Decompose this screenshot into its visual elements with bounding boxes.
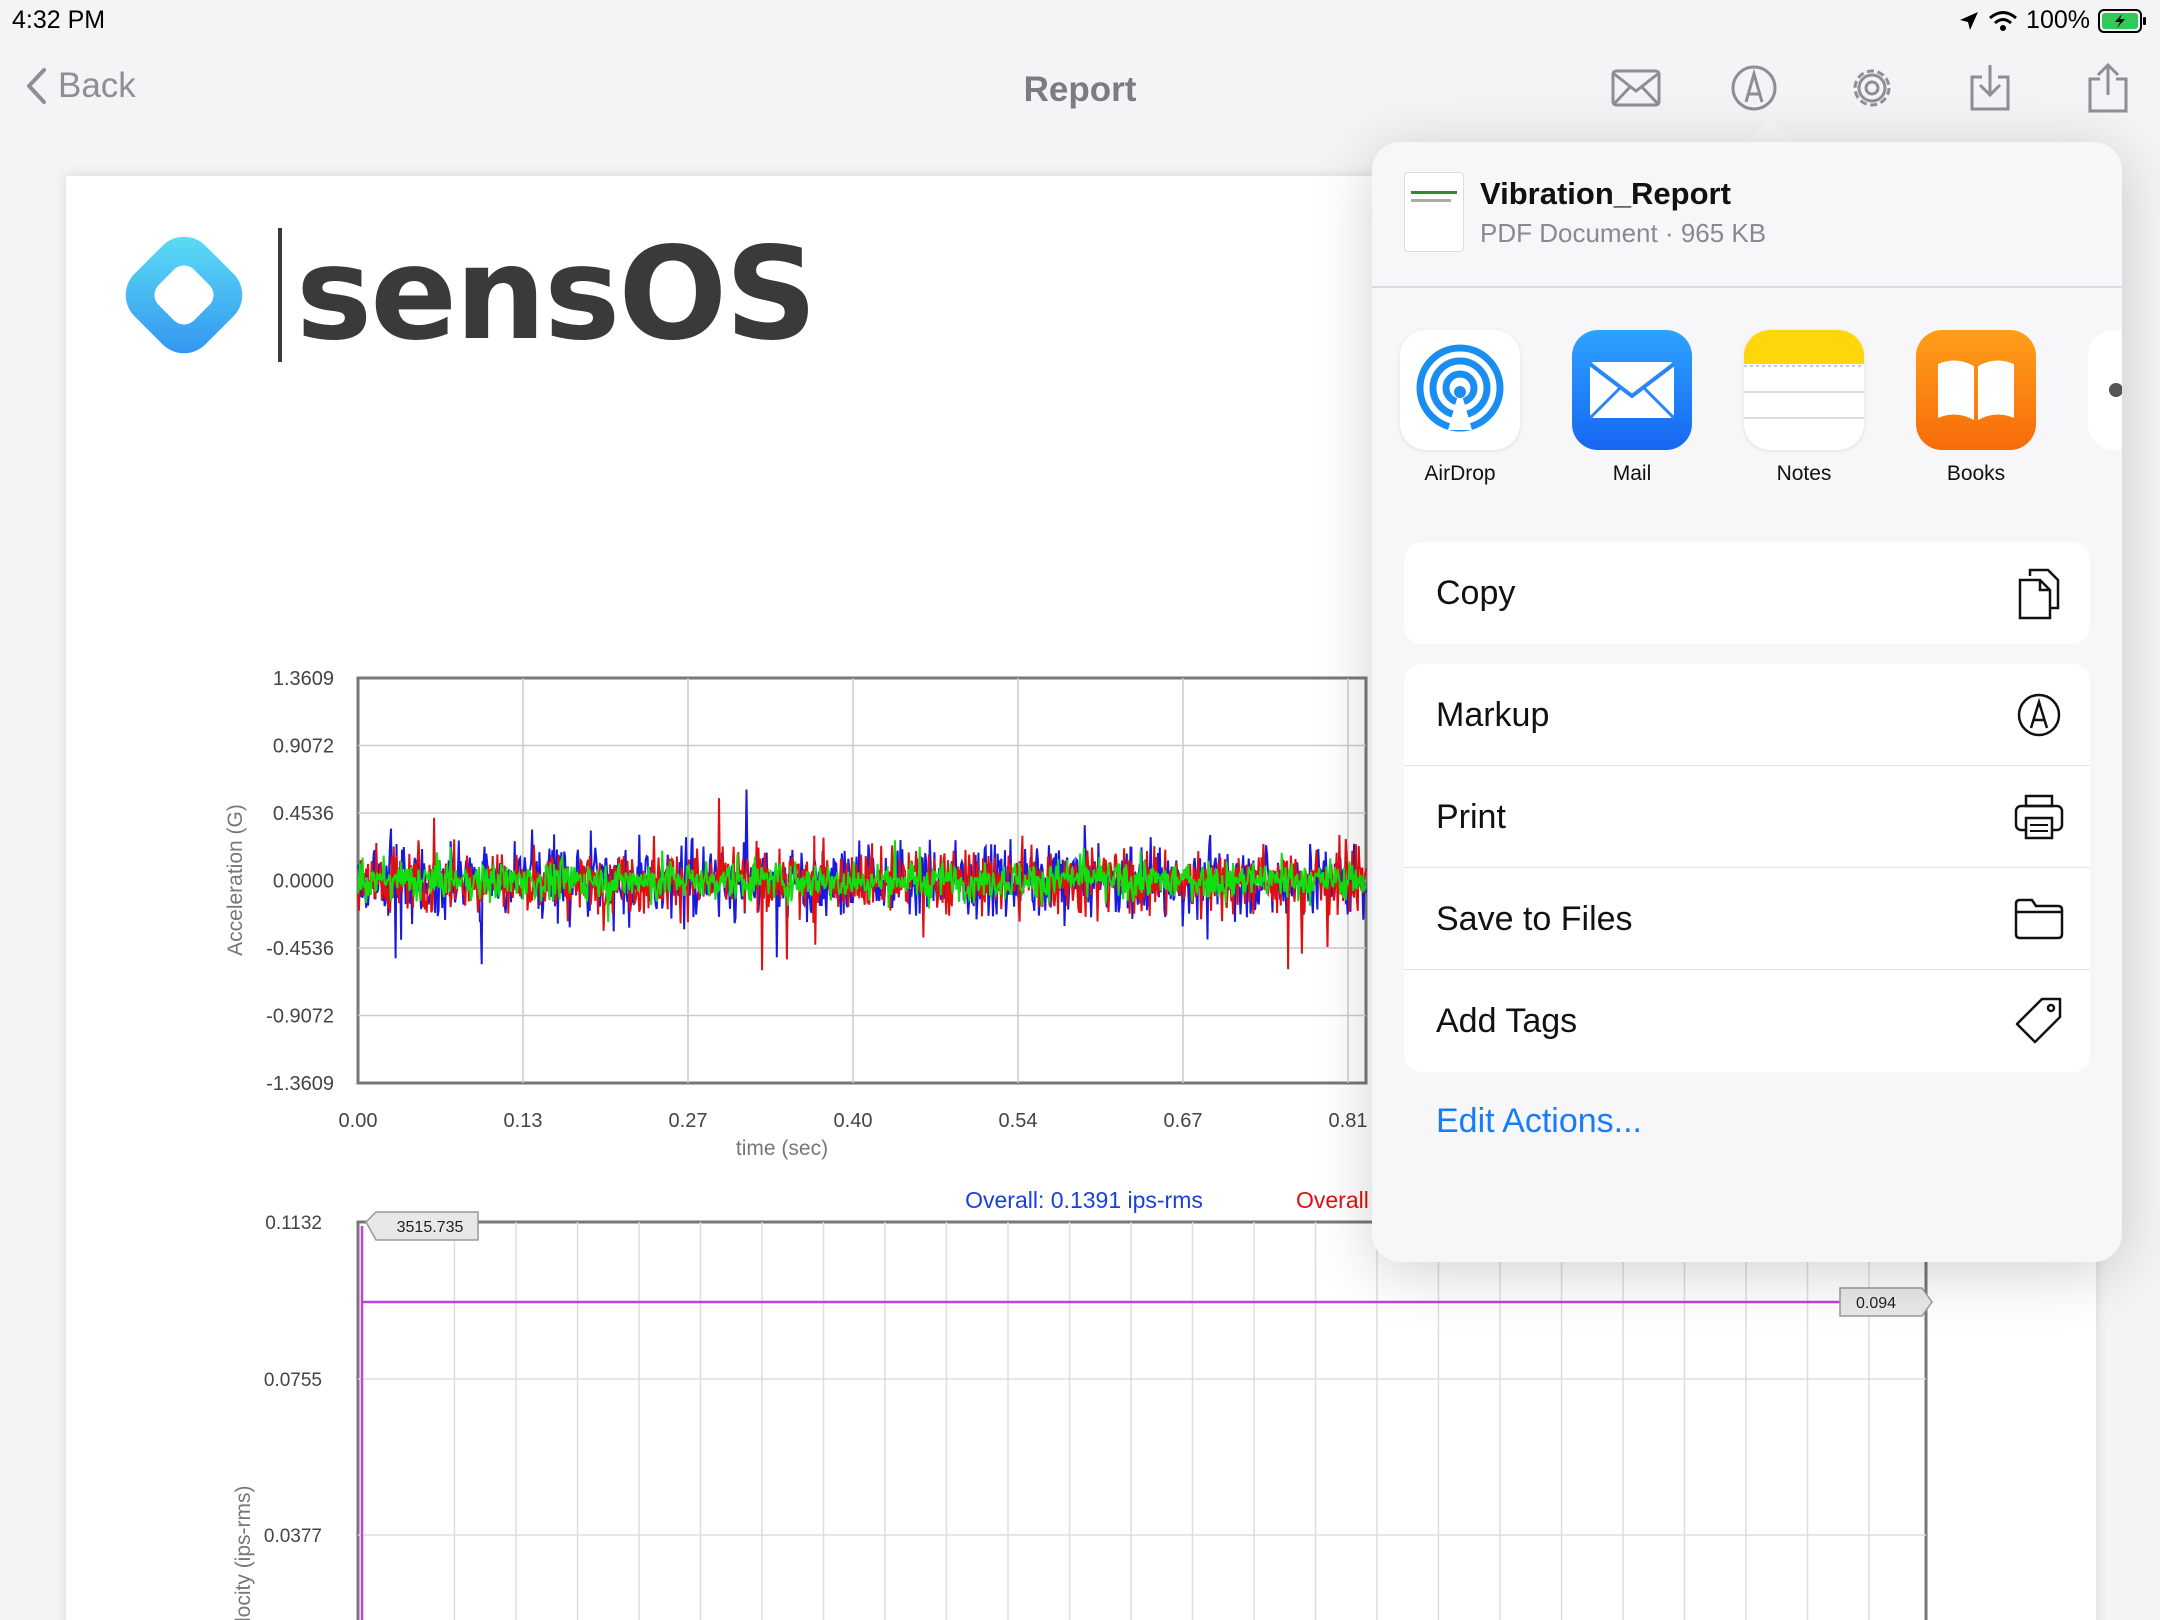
download-icon[interactable] — [1962, 60, 2018, 116]
printer-icon — [2014, 792, 2064, 842]
copy-icon — [2014, 568, 2064, 620]
action-print[interactable]: Print — [1404, 766, 2090, 868]
books-app-icon — [1916, 330, 2036, 450]
mail-icon[interactable] — [1608, 60, 1664, 116]
notes-label: Notes — [1776, 462, 1832, 485]
share-icon[interactable] — [2080, 60, 2136, 116]
folder-icon — [2014, 894, 2064, 944]
share-sheet-arrow — [1744, 118, 1796, 144]
accel-ytick-label: -0.9072 — [266, 1006, 334, 1028]
notes-app-icon — [1744, 330, 1864, 450]
share-apps-row: AirDrop Mail Notes Books — [1372, 330, 2122, 490]
velocity-y-marker-label: 0.094 — [1856, 1295, 1896, 1312]
mail-label: Mail — [1612, 462, 1652, 485]
airdrop-icon — [1400, 330, 1520, 450]
mail-app-icon — [1572, 330, 1692, 450]
velocity-ytick-label: 0.0755 — [264, 1370, 322, 1391]
velocity-x-marker-label: 3515.735 — [397, 1219, 464, 1236]
share-app-more[interactable] — [2088, 330, 2122, 450]
status-time: 4:32 PM — [12, 6, 106, 34]
markup-icon — [2014, 690, 2064, 740]
document-thumbnail — [1404, 172, 1464, 252]
share-app-notes[interactable]: Notes — [1742, 330, 1866, 486]
battery-percent: 100% — [2026, 6, 2090, 34]
battery-icon — [2098, 8, 2146, 33]
action-save-to-files[interactable]: Save to Files — [1404, 868, 2090, 970]
more-apps-icon — [2088, 330, 2122, 450]
action-tags-label: Add Tags — [1436, 1002, 1578, 1040]
action-save-label: Save to Files — [1436, 900, 1633, 938]
accel-ytick-label: -1.3609 — [266, 1073, 334, 1095]
toolbar-icons — [1608, 60, 2136, 116]
screen: 4:32 PM 100% Back Report sensOS 1.3609 0… — [0, 0, 2160, 1620]
accel-ytick-label: -0.4536 — [266, 938, 334, 960]
accel-ytick-label: 1.3609 — [273, 668, 334, 690]
tag-icon — [2014, 996, 2064, 1046]
accel-xtick-label: 0.13 — [504, 1110, 543, 1132]
accel-xtick-label: 0.81 — [1329, 1110, 1368, 1132]
actions-group-main: Markup Print Save to Files Add Tags — [1404, 664, 2090, 1072]
action-copy-label: Copy — [1436, 574, 1516, 612]
accel-xtick-label: 0.27 — [669, 1110, 708, 1132]
status-right: 100% — [1958, 6, 2148, 35]
velocity-ytick-label: 0.0377 — [264, 1526, 322, 1547]
accel-xtick-label: 0.40 — [834, 1110, 873, 1132]
accel-xtick-label: 0.00 — [339, 1110, 378, 1132]
action-copy[interactable]: Copy — [1404, 542, 2090, 644]
airdrop-label: AirDrop — [1424, 462, 1496, 485]
action-markup[interactable]: Markup — [1404, 664, 2090, 766]
share-sheet-header: Vibration_Report PDF Document · 965 KB — [1372, 142, 2122, 288]
accel-ytick-label: 0.9072 — [273, 736, 334, 758]
velocity-plot-frame — [356, 1220, 1928, 1620]
file-meta: PDF Document · 965 KB — [1480, 218, 1767, 248]
velocity-ylabel: Velocity (ips-rms) — [232, 1485, 255, 1620]
wifi-icon — [1989, 10, 2018, 31]
books-label: Books — [1946, 462, 2006, 485]
accel-ytick-label: 0.0000 — [273, 871, 334, 893]
share-app-mail[interactable]: Mail — [1570, 330, 1694, 486]
edit-actions-link[interactable]: Edit Actions... — [1436, 1102, 1642, 1141]
navigation-bar: Back Report — [0, 40, 2160, 140]
share-app-airdrop[interactable]: AirDrop — [1398, 330, 1522, 486]
status-bar: 4:32 PM 100% — [0, 0, 2160, 40]
accel-ylabel: Acceleration (G) — [224, 804, 247, 956]
accel-xtick-label: 0.67 — [1164, 1110, 1203, 1132]
velocity-overall-red: Overall — [1296, 1187, 1369, 1213]
gear-icon[interactable] — [1844, 60, 1900, 116]
share-app-books[interactable]: Books — [1914, 330, 2038, 486]
accel-ytick-label: 0.4536 — [273, 803, 334, 825]
accel-xtick-label: 0.54 — [999, 1110, 1038, 1132]
action-markup-label: Markup — [1436, 696, 1550, 734]
accel-xlabel: time (sec) — [736, 1137, 828, 1160]
markup-icon[interactable] — [1726, 60, 1782, 116]
velocity-ytick-label: 0.1132 — [265, 1213, 322, 1234]
actions-group-copy: Copy — [1404, 542, 2090, 644]
file-name: Vibration_Report — [1480, 176, 1731, 211]
velocity-overall-blue: Overall: 0.1391 ips-rms — [965, 1187, 1203, 1213]
location-icon — [1960, 11, 1979, 30]
action-add-tags[interactable]: Add Tags — [1404, 970, 2090, 1072]
action-print-label: Print — [1436, 798, 1506, 836]
share-sheet: Vibration_Report PDF Document · 965 KB A… — [1372, 142, 2122, 1262]
